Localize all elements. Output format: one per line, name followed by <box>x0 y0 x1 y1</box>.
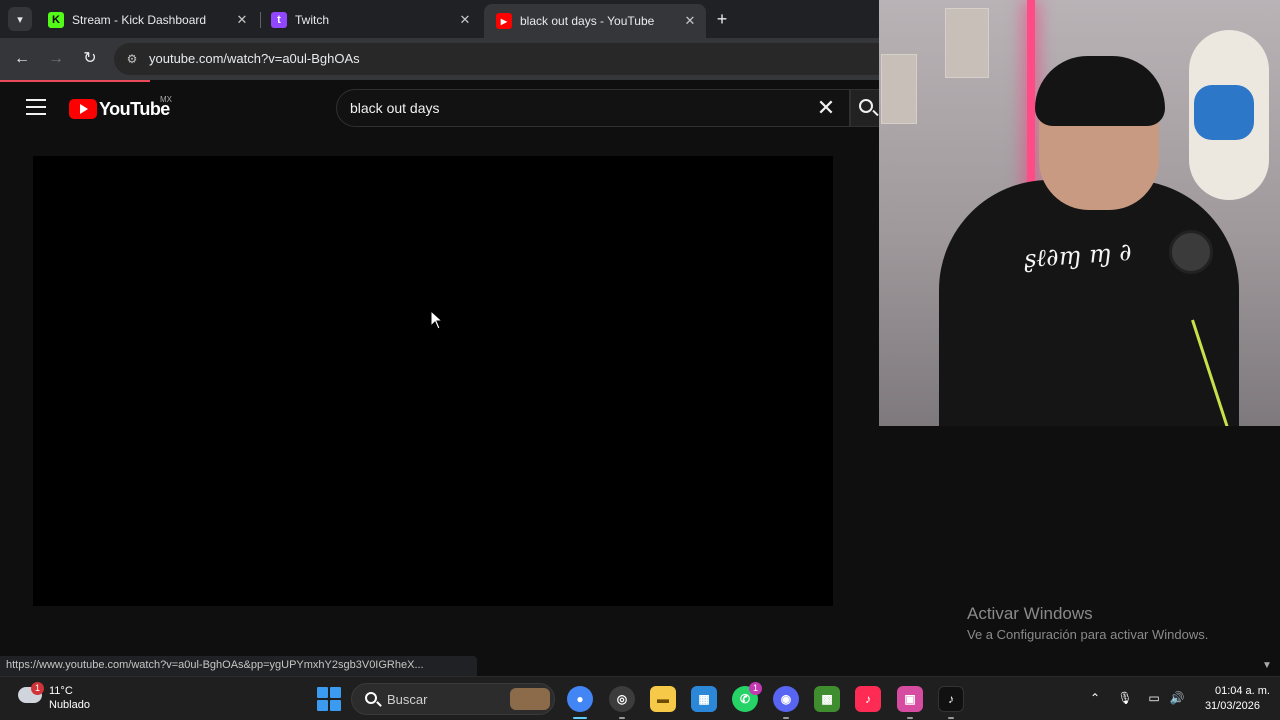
tab-kick-dashboard[interactable]: K Stream - Kick Dashboard ✕ <box>36 4 258 36</box>
activate-windows-title: Activar Windows <box>967 604 1093 623</box>
reload-button[interactable]: ↻ <box>78 47 102 71</box>
kick-icon: K <box>48 12 64 28</box>
youtube-logo[interactable]: YouTube <box>69 97 170 121</box>
twitch-icon: t <box>271 12 287 28</box>
country-code: MX <box>160 95 172 104</box>
taskbar-search[interactable]: Buscar <box>351 683 555 715</box>
app-icon[interactable]: ▣ <box>897 686 923 712</box>
taskbar-search-label: Buscar <box>387 692 428 707</box>
tab-youtube[interactable]: ▶ black out days - YouTube ✕ <box>484 4 706 38</box>
discord-icon[interactable]: ◉ <box>773 686 799 712</box>
running-indicator <box>907 717 913 719</box>
close-tab-icon[interactable]: ✕ <box>232 12 252 28</box>
search-box[interactable]: black out days ✕ <box>336 89 850 127</box>
scroll-down-icon[interactable]: ▼ <box>1262 660 1272 671</box>
running-indicator <box>783 717 789 719</box>
video-player[interactable] <box>33 156 833 606</box>
site-settings-icon[interactable]: ⚙ <box>123 50 141 68</box>
running-indicator <box>948 717 954 719</box>
url-text[interactable]: youtube.com/watch?v=a0ul-BghOAs <box>149 51 360 66</box>
temperature[interactable]: 11°C <box>49 685 73 697</box>
weather-badge: 1 <box>31 682 44 695</box>
hair <box>1035 56 1165 126</box>
tab-title: Stream - Kick Dashboard <box>72 13 207 27</box>
microsoft-store-icon[interactable]: ▦ <box>691 686 717 712</box>
close-tab-icon[interactable]: ✕ <box>455 12 475 28</box>
minecraft-icon[interactable]: ▩ <box>814 686 840 712</box>
clock-time[interactable]: 01:04 a. m. <box>1190 685 1270 697</box>
search-icon <box>365 692 377 704</box>
streamer: ʂℓ∂ɱ ɱ ∂ <box>939 56 1241 426</box>
chrome-icon[interactable]: ● <box>567 686 593 712</box>
youtube-icon: ▶ <box>496 13 512 29</box>
network-icon[interactable]: ▭ <box>1145 689 1163 707</box>
new-tab-button[interactable]: + <box>711 7 733 31</box>
volume-icon[interactable]: 🔊 <box>1168 689 1186 707</box>
clear-search-icon[interactable]: ✕ <box>814 97 838 121</box>
youtube-page: YouTube MX black out days ✕ <box>0 82 890 654</box>
menu-icon[interactable] <box>26 99 46 115</box>
tab-title: black out days - YouTube <box>520 14 655 28</box>
weather-condition[interactable]: Nublado <box>49 699 90 711</box>
activate-windows-subtitle: Ve a Configuración para activar Windows. <box>967 627 1209 642</box>
browser-toolbar: ← → ↻ ⚙ youtube.com/watch?v=a0ul-BghOAs <box>0 38 894 80</box>
start-button[interactable] <box>317 687 341 711</box>
obs-icon[interactable]: ◎ <box>609 686 635 712</box>
running-indicator <box>619 717 625 719</box>
tab-title: Twitch <box>295 13 330 27</box>
back-button[interactable]: ← <box>10 47 34 71</box>
browser-tabstrip: ▾ K Stream - Kick Dashboard ✕ t Twitch ✕… <box>0 0 879 38</box>
microphone-icon[interactable]: 🎙 <box>1116 689 1134 707</box>
link-status-bar: https://www.youtube.com/watch?v=a0ul-Bgh… <box>0 656 477 676</box>
screen: ▾ K Stream - Kick Dashboard ✕ t Twitch ✕… <box>0 0 1280 720</box>
search-input[interactable]: black out days <box>350 100 440 116</box>
tiktok-live-icon[interactable]: ♪ <box>855 686 881 712</box>
youtube-play-icon <box>69 99 97 119</box>
forward-button[interactable]: → <box>44 47 68 71</box>
clock-date[interactable]: 31/03/2026 <box>1190 700 1260 712</box>
active-indicator <box>573 717 587 719</box>
file-explorer-icon[interactable]: ▬ <box>650 686 676 712</box>
whatsapp-badge: 1 <box>749 682 762 695</box>
taskbar: 1 11°C Nublado Buscar ● ◎ ▬ ▦ ✆ 1 ◉ ▩ ♪ … <box>0 676 1280 720</box>
chevron-up-icon[interactable]: ⌃ <box>1086 689 1104 707</box>
search-icon <box>859 99 873 113</box>
tiktok-icon[interactable]: ♪ <box>938 686 964 712</box>
address-bar[interactable]: ⚙ youtube.com/watch?v=a0ul-BghOAs <box>114 43 894 75</box>
webcam-overlay: ʂℓ∂ɱ ɱ ∂ <box>879 0 1280 426</box>
search-highlight-image <box>510 688 550 710</box>
wall-photo <box>881 54 917 124</box>
tab-twitch[interactable]: t Twitch ✕ <box>259 4 481 36</box>
hoodie <box>939 180 1239 426</box>
microphone <box>1169 230 1213 274</box>
close-tab-icon[interactable]: ✕ <box>680 13 700 29</box>
tab-search-button[interactable]: ▾ <box>8 7 32 31</box>
